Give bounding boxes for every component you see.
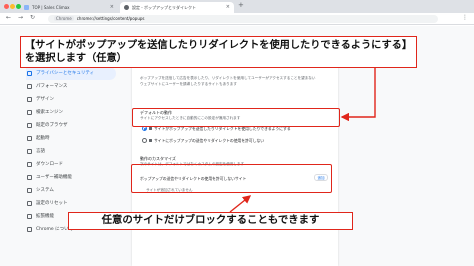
tab-sales-climax[interactable]: TOP | Sales Climax × — [20, 2, 118, 13]
sidebar-item-label: 検索エンジン — [36, 110, 63, 115]
popup-icon — [149, 127, 152, 130]
sidebar-item-label: システム — [36, 188, 54, 193]
sidebar-item-label: デザイン — [36, 97, 54, 102]
sidebar-item-label: 言語 — [36, 149, 45, 154]
block-popups-radio[interactable] — [142, 138, 147, 143]
sidebar-item-label: 起動時 — [36, 136, 50, 141]
search-icon — [27, 110, 32, 115]
palette-icon — [27, 97, 32, 102]
instruction-callout: 【サイトがポップアップを送信したりリダイレクトを使用したりできるようにする】 を… — [20, 36, 417, 68]
accessibility-icon — [27, 175, 32, 180]
kebab-menu-icon[interactable]: ⋮ — [462, 14, 468, 21]
browser-toolbar: ← → ↻ Chrome chrome://settings/content/po… — [0, 13, 474, 25]
reload-icon[interactable]: ↻ — [30, 14, 35, 21]
sidebar-item-downloads[interactable]: ダウンロード — [26, 158, 116, 171]
instruction-line-1: 【サイトがポップアップを送信したりリダイレクトを使用したりできるようにする】 — [25, 40, 413, 51]
download-icon — [27, 162, 32, 167]
back-arrow-icon[interactable]: ← — [6, 14, 11, 21]
sidebar-item-label: ダウンロード — [36, 162, 63, 167]
close-window-dot[interactable] — [4, 4, 9, 9]
power-icon — [27, 136, 32, 141]
sidebar-item-reset[interactable]: 設定のリセット — [26, 197, 116, 210]
sidebar-item-privacy[interactable]: プライバシーとセキュリティ — [26, 67, 116, 80]
highlight-blocked-sites — [131, 164, 332, 193]
language-icon — [27, 149, 32, 154]
shield-icon — [27, 71, 32, 76]
description-line-2: ウェブサイトにユーザーを誘導したりするサイトもあります — [140, 82, 237, 86]
sidebar-item-accessibility[interactable]: ユーザー補助機能 — [26, 171, 116, 184]
tab-settings[interactable]: 設定 - ポップアップとリダイレクト × — [120, 2, 234, 13]
sidebar-item-label: 設定のリセット — [36, 201, 68, 206]
block-popups-label[interactable]: サイトにポップアップの送信やリダイレクトの使用を許可しない — [154, 138, 264, 144]
description-line-1: ポップアップを送信して広告を表示したり、リダイレクトを使用してユーザーがアクセス… — [140, 76, 316, 80]
speedometer-icon — [27, 84, 32, 89]
settings-gear-icon — [124, 5, 129, 10]
sidebar-item-label: パフォーマンス — [36, 84, 68, 89]
close-tab-icon[interactable]: × — [110, 2, 114, 13]
sidebar-item-label: 既定のブラウザ — [36, 123, 68, 128]
settings-sidebar: 自動入力とパスワード プライバシーとセキュリティ パフォーマンス デザイン 検索… — [26, 54, 116, 236]
puzzle-icon — [27, 214, 32, 219]
sidebar-item-system[interactable]: システム — [26, 184, 116, 197]
instruction-line-2: を選択します（任意） — [25, 53, 127, 64]
sidebar-item-label: ユーザー補助機能 — [36, 175, 72, 180]
sidebar-item-languages[interactable]: 言語 — [26, 145, 116, 158]
new-tab-button[interactable]: + — [238, 1, 244, 9]
sidebar-item-performance[interactable]: パフォーマンス — [26, 80, 116, 93]
forward-arrow-icon[interactable]: → — [18, 14, 23, 21]
sidebar-item-label: 拡張機能 — [36, 214, 54, 219]
sidebar-item-appearance[interactable]: デザイン — [26, 93, 116, 106]
wrench-icon — [27, 188, 32, 193]
sidebar-item-on-startup[interactable]: 起動時 — [26, 132, 116, 145]
reset-icon — [27, 201, 32, 206]
highlight-allow-option — [132, 108, 340, 127]
chrome-badge: Chrome — [54, 16, 74, 21]
favicon-icon — [24, 5, 29, 10]
browser-icon — [27, 123, 32, 128]
block-tip-callout: 任意のサイトだけブロックすることもできます — [68, 212, 353, 230]
minimize-window-dot[interactable] — [10, 4, 15, 9]
sidebar-item-default-browser[interactable]: 既定のブラウザ — [26, 119, 116, 132]
tab-title: TOP | Sales Climax — [32, 5, 70, 10]
sidebar-item-search-engine[interactable]: 検索エンジン — [26, 106, 116, 119]
url-text: chrome://settings/content/popups — [76, 16, 145, 21]
tab-title: 設定 - ポップアップとリダイレクト — [132, 5, 196, 10]
popups-settings-card: ポップアップを送信して広告を表示したり、リダイレクトを使用してユーザーがアクセス… — [132, 56, 338, 266]
close-tab-icon[interactable]: × — [226, 2, 230, 13]
popup-blocked-icon — [149, 139, 152, 142]
chrome-logo-icon — [27, 227, 32, 232]
sidebar-item-label: プライバシーとセキュリティ — [36, 71, 95, 76]
tab-strip: TOP | Sales Climax × 設定 - ポップアップとリダイレクト … — [0, 0, 474, 13]
address-bar[interactable]: Chrome chrome://settings/content/popups — [48, 15, 438, 23]
